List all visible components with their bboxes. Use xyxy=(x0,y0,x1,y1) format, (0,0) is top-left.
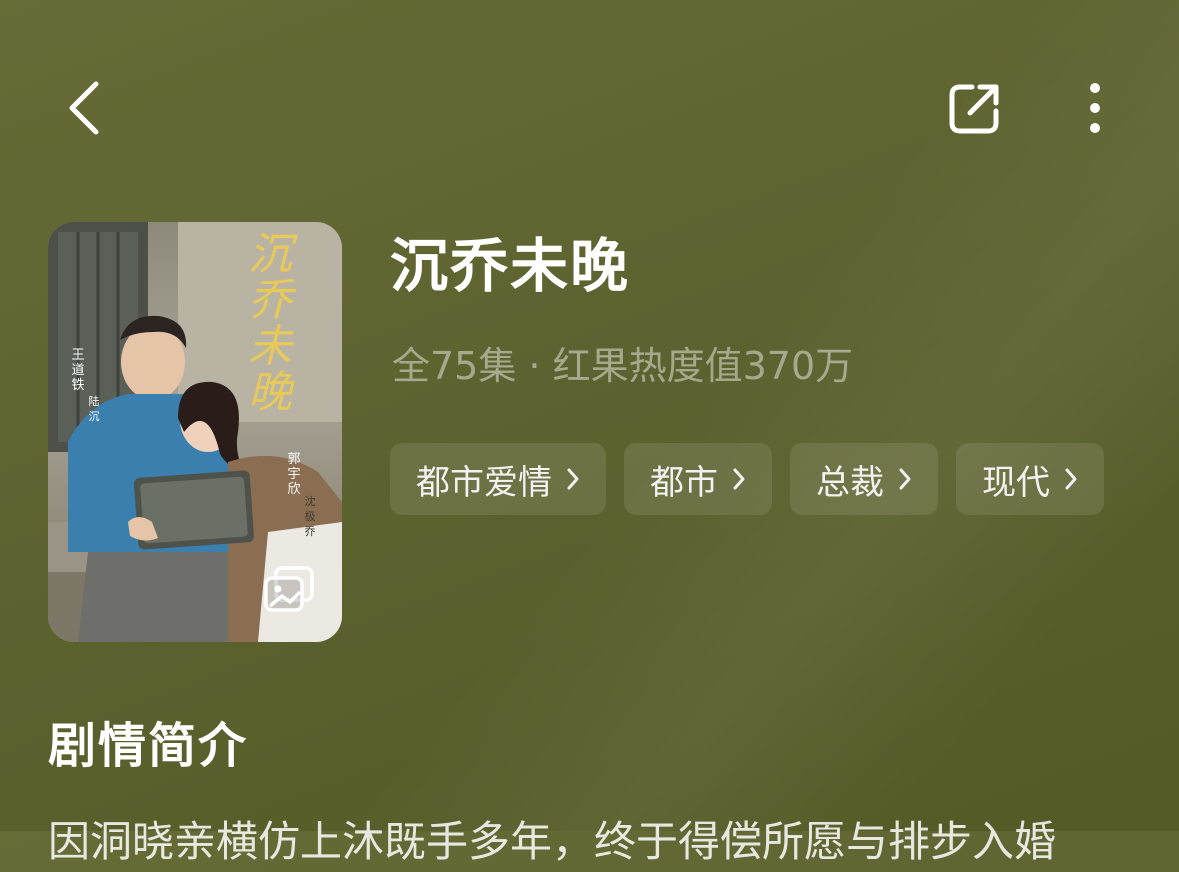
tag-urban-romance[interactable]: 都市爱情 xyxy=(390,443,606,515)
chevron-right-icon xyxy=(566,467,580,491)
poster-actor-1: 王道铁 xyxy=(71,348,85,393)
more-button[interactable] xyxy=(1070,76,1120,140)
poster-role-1: 陆沉 xyxy=(88,395,100,423)
drama-meta: 全75集 · 红果热度值370万 xyxy=(392,344,854,388)
tag-list: 都市爱情 都市 总裁 现代 xyxy=(390,443,1104,515)
synopsis-text: 因洞晓亲横仿上沐既手多年，终于得偿所愿与排步入婚 xyxy=(48,817,1057,866)
more-vertical-icon xyxy=(1090,83,1100,133)
tag-ceo[interactable]: 总裁 xyxy=(790,443,938,515)
chevron-left-icon xyxy=(69,81,99,135)
chevron-right-icon xyxy=(1064,467,1078,491)
chevron-right-icon xyxy=(898,467,912,491)
tag-label: 现代 xyxy=(982,462,1050,503)
back-button[interactable] xyxy=(52,72,116,144)
synopsis-heading: 剧情简介 xyxy=(48,718,249,774)
chevron-right-icon xyxy=(732,467,746,491)
tag-modern[interactable]: 现代 xyxy=(956,443,1104,515)
drama-poster[interactable]: 沉乔未晚 王道铁 陆沉 郭宇欣 沈极乔 xyxy=(48,222,342,642)
tag-label: 都市 xyxy=(650,462,718,503)
tag-label: 总裁 xyxy=(816,462,884,503)
tag-urban[interactable]: 都市 xyxy=(624,443,772,515)
poster-actor-2: 郭宇欣 xyxy=(287,452,301,497)
share-button[interactable] xyxy=(940,76,1010,140)
gallery-icon[interactable] xyxy=(262,564,318,616)
poster-title-art: 沉乔未晚 xyxy=(248,229,292,418)
share-icon xyxy=(949,84,999,134)
poster-role-2: 沈极乔 xyxy=(304,495,316,538)
tag-label: 都市爱情 xyxy=(416,462,552,503)
drama-title: 沉乔未晚 xyxy=(390,232,631,300)
